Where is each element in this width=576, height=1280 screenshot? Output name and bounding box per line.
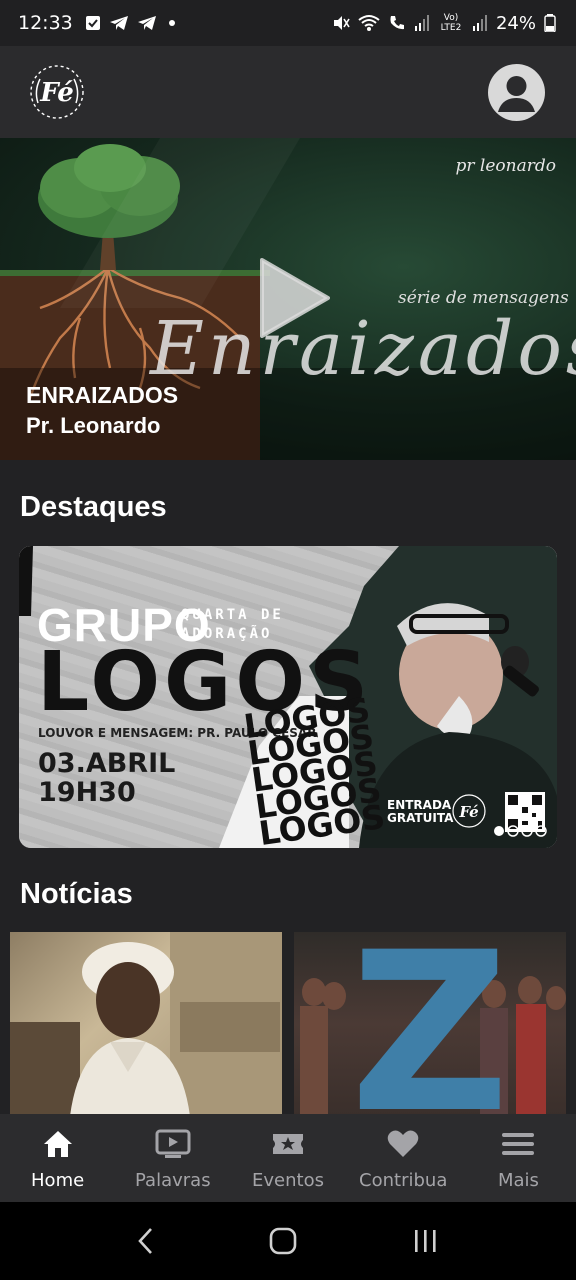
hero-title: ENRAIZADOS: [26, 382, 179, 408]
news-card[interactable]: Z: [294, 932, 566, 1116]
video-icon: [155, 1128, 191, 1160]
signal-icon: [472, 15, 487, 31]
nav-contribua-label: Contribua: [359, 1170, 448, 1191]
nav-contribua[interactable]: Contribua: [346, 1114, 461, 1202]
telegram-icon: [137, 16, 156, 30]
nav-mais-label: Mais: [497, 1170, 539, 1191]
news-card[interactable]: [10, 932, 282, 1116]
wifi-icon: [358, 15, 380, 31]
card-logos-stack: LOGOS LOGOS LOGOS LOGOS LOGOS: [241, 690, 387, 848]
status-bar: 12:33 Vo) LTE2 24%: [0, 0, 576, 46]
volte-label: Vo) LTE2: [440, 13, 462, 33]
battery-icon: [544, 14, 556, 32]
play-icon[interactable]: [258, 258, 330, 338]
news-letter-graphic: Z: [350, 932, 510, 1116]
nav-home[interactable]: Home: [0, 1114, 115, 1202]
news-image-portrait: [10, 932, 282, 1116]
account-icon: [498, 76, 535, 112]
mute-icon: [333, 16, 350, 30]
ticket-icon: [270, 1128, 306, 1160]
hero-subtitle: Pr. Leonardo: [26, 413, 161, 438]
card-logo-text: Fé: [458, 803, 478, 821]
laurel-logo-icon: Fé: [30, 65, 84, 119]
menu-icon: [500, 1128, 536, 1160]
hero-script-title: Enraizados: [150, 306, 576, 392]
call-icon: [390, 16, 404, 30]
card-entrada-line2: GRATUITA: [387, 811, 454, 825]
news-title: Notícias: [20, 878, 133, 910]
app-logo[interactable]: Fé: [26, 63, 88, 121]
app-header: Fé: [0, 46, 576, 138]
profile-button[interactable]: [488, 64, 545, 121]
nav-home-label: Home: [31, 1170, 85, 1191]
hero-banner[interactable]: pr leonardo série de mensagens Enraizado…: [0, 138, 576, 460]
logo-text: Fé: [39, 78, 74, 108]
hero-script-author: pr leonardo: [455, 156, 556, 176]
signal-icon: [414, 15, 429, 31]
system-navigation: [0, 1202, 576, 1280]
nav-eventos[interactable]: Eventos: [230, 1114, 345, 1202]
home-icon: [40, 1128, 76, 1160]
card-entrada: ENTRADA GRATUITA: [387, 799, 453, 825]
system-icons: Vo) LTE2 24%: [332, 13, 556, 34]
card-date-time: 19H30: [38, 777, 136, 808]
home-button-icon[interactable]: [268, 1226, 298, 1256]
card-date-day: 03.ABRIL: [38, 748, 176, 779]
bottom-navigation: Home Palavras Eventos Contribua Mais: [0, 1114, 576, 1202]
dot-icon: [168, 20, 175, 26]
highlight-card[interactable]: Fé GRUPO QUARTA DE ADORAÇÃO LOGOS LOUVOR…: [19, 546, 557, 848]
heart-icon: [385, 1128, 421, 1160]
battery-percent: 24%: [495, 12, 536, 34]
nav-palavras[interactable]: Palavras: [115, 1114, 230, 1202]
notification-icons: [85, 15, 179, 31]
check-box-icon: [85, 16, 100, 30]
back-icon[interactable]: [136, 1226, 156, 1256]
nav-eventos-label: Eventos: [252, 1170, 324, 1191]
status-time: 12:33: [18, 12, 73, 34]
recents-icon[interactable]: [410, 1226, 440, 1256]
card-date: 03.ABRIL 19H30: [38, 749, 175, 807]
nav-palavras-label: Palavras: [135, 1170, 211, 1191]
telegram-icon: [109, 16, 128, 30]
card-quarta-line1: QUARTA DE: [181, 607, 284, 623]
nav-mais[interactable]: Mais: [461, 1114, 576, 1202]
highlights-title: Destaques: [20, 491, 167, 523]
hero-script-series: série de mensagens: [398, 288, 569, 308]
